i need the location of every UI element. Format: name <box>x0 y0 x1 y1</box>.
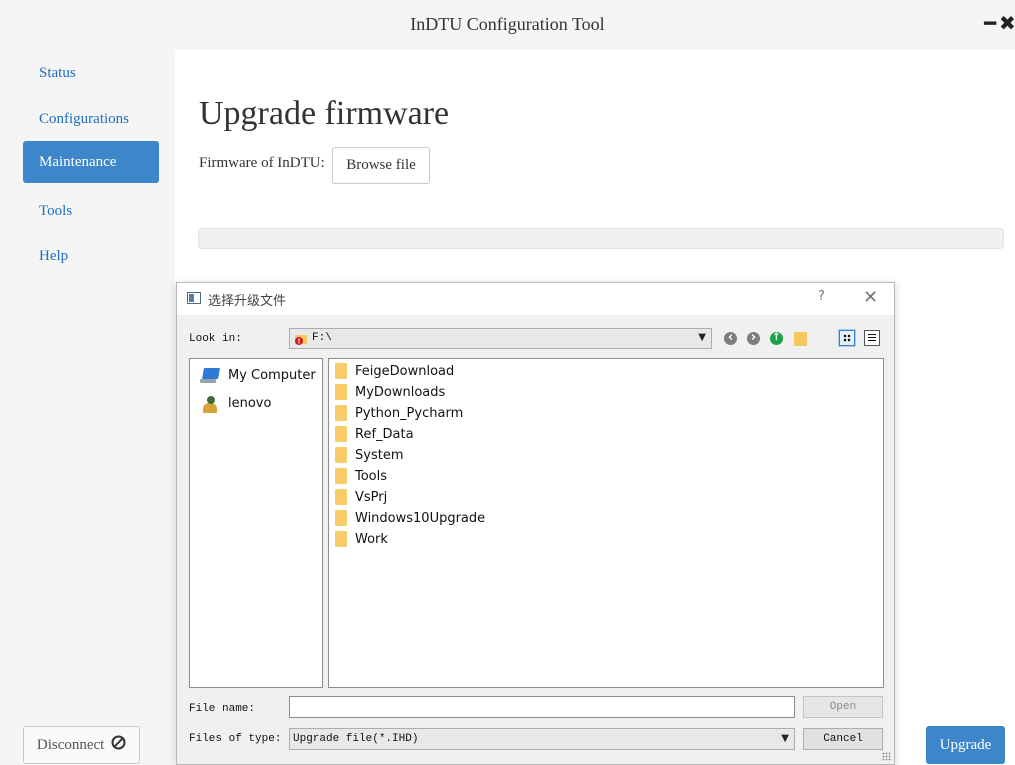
folder-name: System <box>355 448 404 463</box>
current-path: F:\ <box>312 332 332 344</box>
chevron-down-icon: ▼ <box>781 733 789 744</box>
sidebar-item-tools[interactable]: Tools <box>23 190 159 232</box>
folder-name: Work <box>355 532 388 547</box>
close-button[interactable]: ✖ <box>999 13 1015 33</box>
list-item[interactable]: VsPrj <box>335 487 387 508</box>
sidebar-item-configurations[interactable]: Configurations <box>23 98 159 140</box>
list-item[interactable]: Windows10Upgrade <box>335 508 485 529</box>
cancel-button[interactable]: Cancel <box>803 728 883 750</box>
list-item[interactable]: System <box>335 445 403 466</box>
dialog-title: 选择升级文件 <box>208 294 287 309</box>
folder-icon <box>335 383 347 400</box>
folder-icon <box>335 488 347 505</box>
list-item[interactable]: Work <box>335 529 388 550</box>
user-icon <box>200 395 220 413</box>
files-of-type-value: Upgrade file(*.IHD) <box>293 733 419 745</box>
place-label: lenovo <box>228 396 272 411</box>
dialog-title-bar: 选择升级文件 ? ✕ <box>177 283 894 315</box>
new-folder-icon <box>794 332 807 346</box>
upgrade-button[interactable]: Upgrade <box>926 726 1005 764</box>
dialog-body: Look in: F:\ ▼ My Computer lenovo FeigeD… <box>177 315 894 764</box>
look-in-combo[interactable]: F:\ ▼ <box>289 328 712 349</box>
help-button[interactable]: ? <box>818 289 825 304</box>
list-item[interactable]: Ref_Data <box>335 424 414 445</box>
ban-icon <box>111 728 126 764</box>
minimize-button[interactable]: ━ <box>984 13 996 33</box>
file-list: FeigeDownload MyDownloads Python_Pycharm… <box>328 358 884 688</box>
browse-file-button[interactable]: Browse file <box>332 147 430 184</box>
window-title: InDTU Configuration Tool <box>410 14 605 34</box>
list-item[interactable]: MyDownloads <box>335 382 445 403</box>
file-name-label: File name: <box>189 703 256 715</box>
parent-directory-button[interactable] <box>768 330 786 348</box>
sidebar-item-maintenance[interactable]: Maintenance <box>23 141 159 183</box>
back-button[interactable] <box>722 330 740 348</box>
list-item[interactable]: FeigeDownload <box>335 361 454 382</box>
sidebar: Status Configurations Maintenance Tools … <box>0 50 175 765</box>
up-arrow-icon <box>770 331 783 345</box>
folder-icon <box>335 362 347 379</box>
folder-name: Tools <box>355 469 388 484</box>
detail-view-icon <box>868 334 876 342</box>
chevron-down-icon: ▼ <box>698 332 706 343</box>
files-of-type-select[interactable]: Upgrade file(*.IHD) ▼ <box>289 728 795 750</box>
folder-name: FeigeDownload <box>355 364 455 379</box>
folder-name: VsPrj <box>355 490 388 505</box>
sidebar-item-status[interactable]: Status <box>23 52 159 94</box>
forward-arrow-icon <box>747 331 760 345</box>
place-lenovo[interactable]: lenovo <box>200 393 271 415</box>
title-bar: InDTU Configuration Tool ━ ✖ <box>0 0 1015 50</box>
disconnect-button[interactable]: Disconnect <box>23 726 140 764</box>
places-pane: My Computer lenovo <box>189 358 323 688</box>
back-arrow-icon <box>724 331 737 345</box>
drive-icon <box>294 332 308 351</box>
folder-name: MyDownloads <box>355 385 446 400</box>
list-item[interactable]: Python_Pycharm <box>335 403 463 424</box>
folder-icon <box>335 446 347 463</box>
open-button[interactable]: Open <box>803 696 883 718</box>
folder-icon <box>335 467 347 484</box>
forward-button[interactable] <box>745 330 763 348</box>
page-title: Upgrade firmware <box>199 95 450 132</box>
list-view-icon <box>843 334 851 342</box>
file-name-input[interactable] <box>289 696 795 718</box>
upgrade-progress-bar <box>198 228 1004 249</box>
dialog-close-button[interactable]: ✕ <box>863 287 878 308</box>
folder-name: Python_Pycharm <box>355 406 464 421</box>
folder-icon <box>335 509 347 526</box>
folder-name: Ref_Data <box>355 427 414 442</box>
folder-name: Windows10Upgrade <box>355 511 486 526</box>
list-item[interactable]: Tools <box>335 466 387 487</box>
window-icon <box>187 292 201 304</box>
detail-view-button[interactable] <box>864 330 880 346</box>
sidebar-item-help[interactable]: Help <box>23 235 159 277</box>
firmware-label: Firmware of InDTU: <box>199 155 325 171</box>
folder-icon <box>335 404 347 421</box>
new-folder-button[interactable] <box>791 330 809 348</box>
files-of-type-label: Files of type: <box>189 733 282 745</box>
place-label: My Computer <box>228 368 316 383</box>
place-my-computer[interactable]: My Computer <box>200 365 316 387</box>
list-view-button[interactable] <box>839 330 855 346</box>
file-dialog: 选择升级文件 ? ✕ Look in: F:\ ▼ My Computer le… <box>176 282 895 765</box>
folder-icon <box>335 530 347 547</box>
resize-grip-icon[interactable] <box>882 752 891 761</box>
disconnect-label: Disconnect <box>36 737 105 753</box>
look-in-label: Look in: <box>189 333 242 345</box>
folder-icon <box>335 425 347 442</box>
computer-icon <box>200 367 220 385</box>
